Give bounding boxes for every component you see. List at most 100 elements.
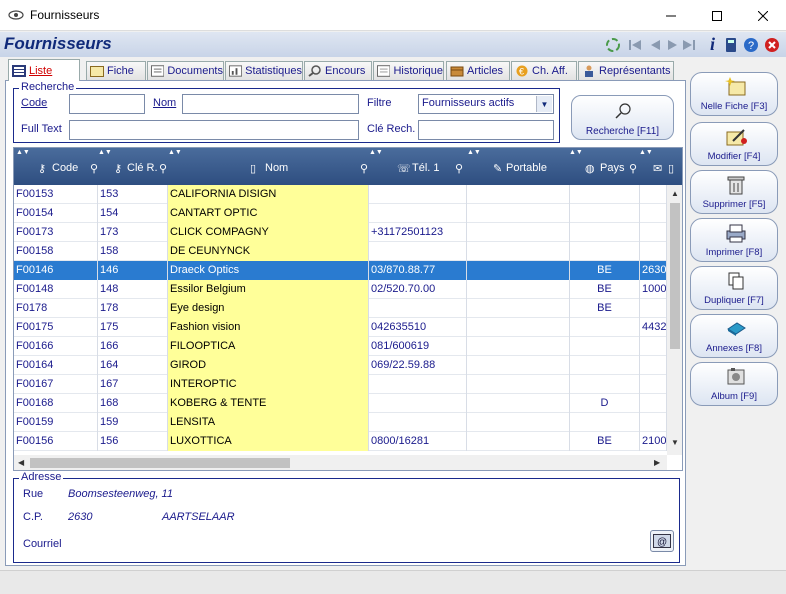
tab-encours[interactable]: Encours bbox=[304, 61, 372, 80]
first-record-icon[interactable] bbox=[626, 36, 643, 53]
cell-cle: 146 bbox=[98, 261, 168, 280]
vertical-scrollbar[interactable]: ▲ ▼ bbox=[667, 185, 682, 455]
table-row[interactable]: F00173 173 CLICK COMPAGNY +31172501123 bbox=[14, 223, 667, 242]
print-label: Imprimer [F8] bbox=[705, 247, 763, 258]
column-header-cle[interactable]: Clé R. bbox=[127, 162, 158, 174]
column-header-portable[interactable]: Portable bbox=[506, 162, 547, 174]
scroll-thumb-horizontal[interactable] bbox=[30, 458, 290, 468]
scroll-thumb[interactable] bbox=[670, 203, 680, 349]
column-header-nom[interactable]: Nom bbox=[265, 162, 288, 174]
cell-port bbox=[467, 432, 570, 451]
attachments-button[interactable]: Annexes [F8] bbox=[690, 314, 778, 358]
close-form-icon[interactable] bbox=[763, 36, 780, 53]
tab-historique[interactable]: Historique bbox=[373, 61, 444, 80]
tab-representants[interactable]: Représentants bbox=[578, 61, 674, 80]
table-row[interactable]: F00164 164 GIROD 069/22.59.88 bbox=[14, 356, 667, 375]
cell-code: F00159 bbox=[14, 413, 98, 432]
print-button[interactable]: Imprimer [F8] bbox=[690, 218, 778, 262]
close-window-button[interactable] bbox=[740, 0, 786, 31]
cell-tel bbox=[369, 413, 467, 432]
printer-icon bbox=[726, 224, 746, 243]
minimize-button[interactable] bbox=[648, 0, 694, 31]
window-titlebar: Fournisseurs bbox=[0, 0, 786, 31]
column-header-pays[interactable]: Pays bbox=[600, 162, 624, 174]
fulltext-input[interactable] bbox=[69, 120, 359, 140]
search-button[interactable]: Recherche [F11] bbox=[571, 95, 674, 140]
calculator-icon[interactable] bbox=[722, 36, 739, 53]
table-row[interactable]: F00158 158 DE CEUNYNCK bbox=[14, 242, 667, 261]
horizontal-scrollbar[interactable]: ◀ ▶ bbox=[14, 455, 667, 470]
table-row[interactable]: F00153 153 CALIFORNIA DISIGN bbox=[14, 185, 667, 204]
table-row[interactable]: F00156 156 LUXOTTICA 0800/16281 BE 2100 bbox=[14, 432, 667, 451]
cell-extra bbox=[640, 413, 667, 432]
new-record-label: Nelle Fiche [F3] bbox=[700, 101, 768, 112]
table-row[interactable]: F00166 166 FILOOPTICA 081/600619 bbox=[14, 337, 667, 356]
search-icon[interactable]: ⚲ bbox=[629, 162, 637, 175]
person-icon bbox=[585, 65, 593, 77]
help-icon[interactable]: ? bbox=[742, 36, 759, 53]
cell-code: F00154 bbox=[14, 204, 98, 223]
edit-button[interactable]: Modifier [F4] bbox=[690, 122, 778, 166]
table-row[interactable]: F00146 146 Draeck Optics 03/870.88.77 BE 2630 bbox=[14, 261, 667, 280]
nom-input[interactable] bbox=[182, 94, 359, 114]
tab-articles[interactable]: Articles bbox=[446, 61, 510, 80]
cell-nom: CANTART OPTIC bbox=[168, 204, 369, 223]
cell-cle: 158 bbox=[98, 242, 168, 261]
maximize-button[interactable] bbox=[694, 0, 740, 31]
filtre-select[interactable]: Fournisseurs actifs ▼ bbox=[418, 94, 554, 114]
table-row[interactable]: F00159 159 LENSITA bbox=[14, 413, 667, 432]
cell-extra bbox=[640, 204, 667, 223]
tab-ch-aff[interactable]: € Ch. Aff. bbox=[511, 61, 577, 80]
code-input[interactable] bbox=[69, 94, 145, 114]
album-button[interactable]: Album [F9] bbox=[690, 362, 778, 406]
cell-tel bbox=[369, 375, 467, 394]
table-row[interactable]: F00148 148 Essilor Belgium 02/520.70.00 BE 10… bbox=[14, 280, 667, 299]
svg-text:€: € bbox=[519, 67, 524, 77]
search-icon[interactable]: ⚲ bbox=[360, 162, 368, 175]
table-row[interactable]: F00168 168 KOBERG & TENTE D bbox=[14, 394, 667, 413]
email-button[interactable]: @ bbox=[650, 530, 674, 552]
tab-statistiques[interactable]: Statistiques bbox=[225, 61, 303, 80]
cell-pays: D bbox=[570, 394, 640, 413]
cell-pays bbox=[570, 375, 640, 394]
cell-cle: 178 bbox=[98, 299, 168, 318]
duplicate-button[interactable]: Dupliquer [F7] bbox=[690, 266, 778, 310]
scroll-down-icon[interactable]: ▼ bbox=[671, 438, 679, 447]
new-record-button[interactable]: Nelle Fiche [F3] bbox=[690, 72, 778, 116]
mobile-icon: ✎ bbox=[493, 163, 503, 175]
cell-pays: BE bbox=[570, 432, 640, 451]
column-header-tel[interactable]: Tél. 1 bbox=[412, 162, 440, 174]
refresh-icon[interactable] bbox=[604, 36, 621, 53]
table-row[interactable]: F00154 154 CANTART OPTIC bbox=[14, 204, 667, 223]
search-icon[interactable]: ⚲ bbox=[90, 162, 98, 175]
form-title: Fournisseurs bbox=[4, 34, 112, 53]
table-row[interactable]: F00175 175 Fashion vision 042635510 4432 bbox=[14, 318, 667, 337]
clerech-input[interactable] bbox=[418, 120, 554, 140]
cell-extra bbox=[640, 185, 667, 204]
search-icon[interactable]: ⚲ bbox=[159, 162, 167, 175]
tab-fiche[interactable]: Fiche bbox=[86, 61, 146, 80]
tab-liste[interactable]: Liste bbox=[8, 59, 80, 81]
last-record-icon[interactable] bbox=[680, 36, 697, 53]
search-icon[interactable]: ⚲ bbox=[455, 162, 463, 175]
delete-button[interactable]: Supprimer [F5] bbox=[690, 170, 778, 214]
info-icon[interactable]: i bbox=[704, 34, 721, 54]
svg-text:@: @ bbox=[657, 537, 667, 548]
sort-icon: ▲▼ bbox=[98, 149, 112, 156]
scroll-right-icon[interactable]: ▶ bbox=[654, 458, 660, 467]
statistics-icon bbox=[229, 65, 243, 77]
cell-tel: 02/520.70.00 bbox=[369, 280, 467, 299]
cell-tel: 081/600619 bbox=[369, 337, 467, 356]
previous-record-icon[interactable] bbox=[646, 36, 663, 53]
table-row[interactable]: F0178 178 Eye design BE bbox=[14, 299, 667, 318]
scroll-up-icon[interactable]: ▲ bbox=[671, 189, 679, 198]
column-header-code[interactable]: Code bbox=[52, 162, 78, 174]
table-row[interactable]: F00167 167 INTEROPTIC bbox=[14, 375, 667, 394]
status-bar bbox=[0, 570, 786, 594]
next-record-icon[interactable] bbox=[664, 36, 681, 53]
trash-icon[interactable]: ▯ bbox=[668, 162, 674, 175]
magnifier-icon bbox=[615, 103, 631, 119]
scroll-left-icon[interactable]: ◀ bbox=[18, 458, 24, 467]
cell-extra bbox=[640, 223, 667, 242]
tab-documents[interactable]: Documents bbox=[147, 61, 224, 80]
